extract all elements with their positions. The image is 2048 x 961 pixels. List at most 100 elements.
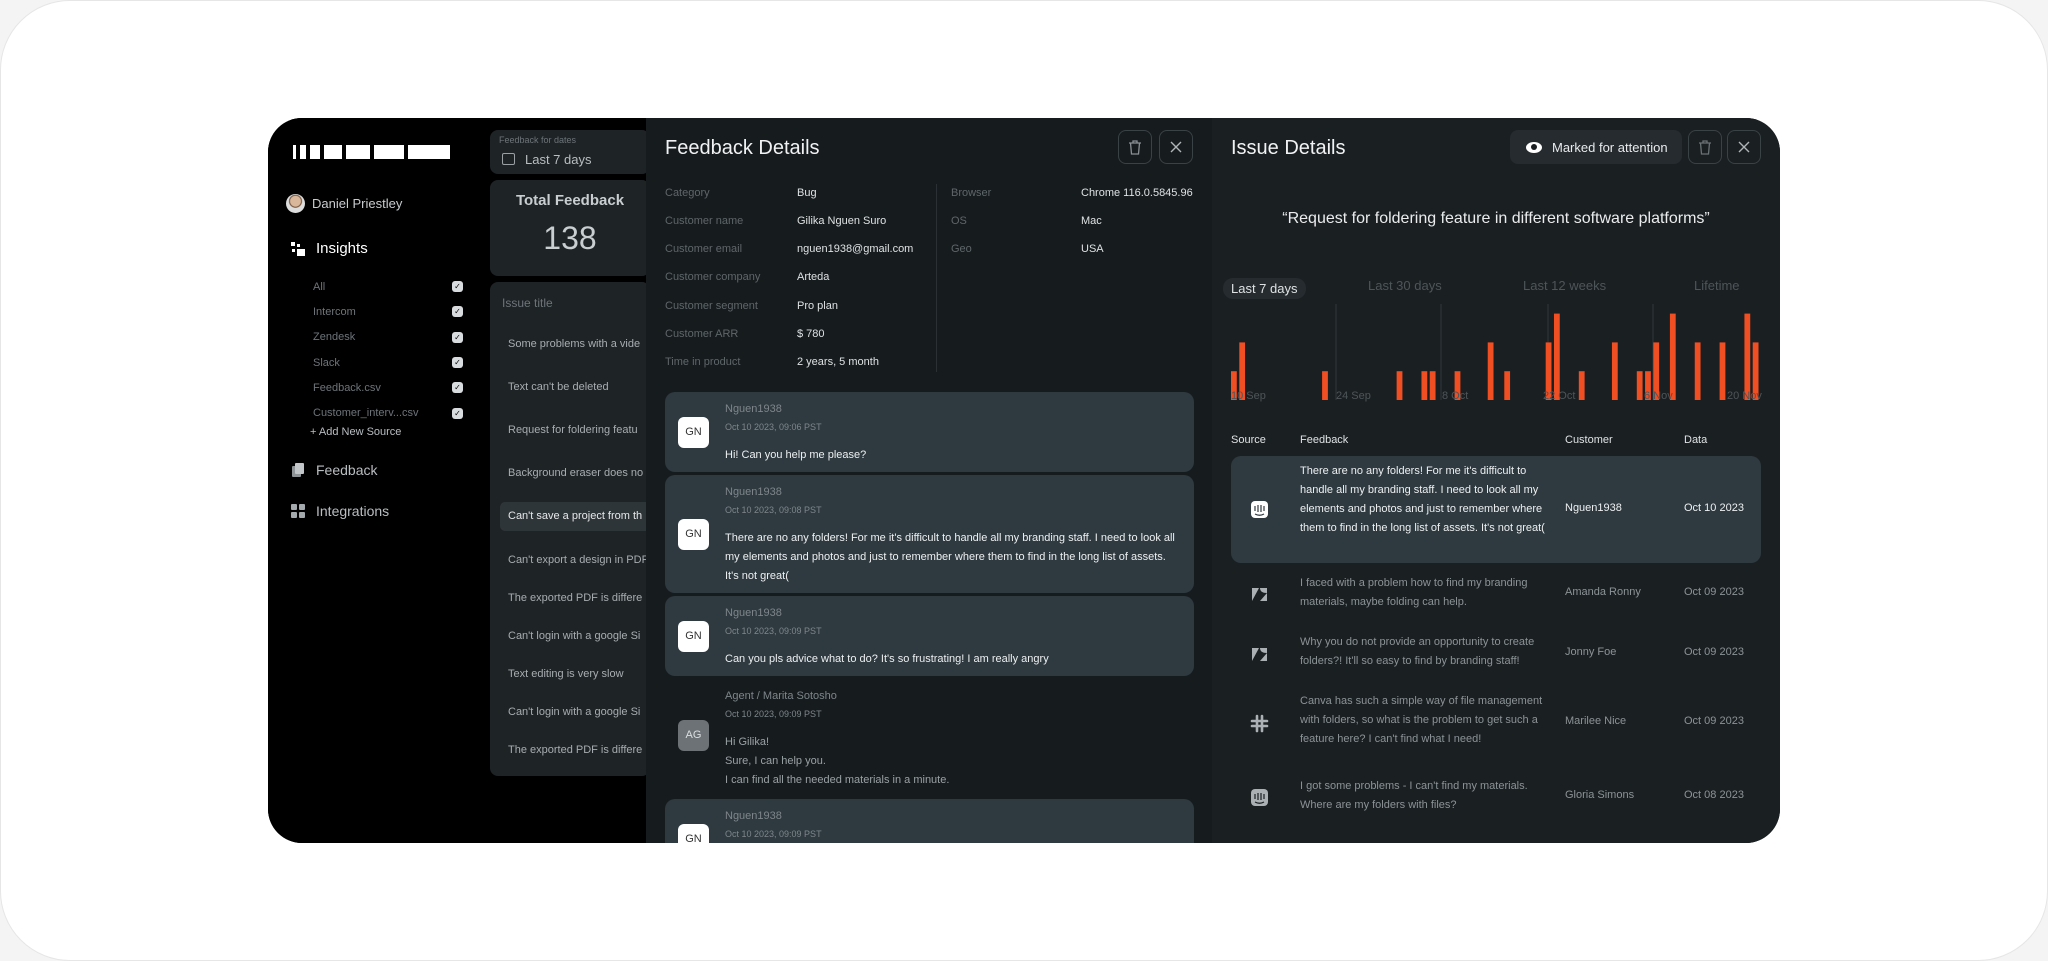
source-item[interactable]: All ✓ (313, 274, 463, 299)
check-icon[interactable]: ✓ (452, 382, 463, 394)
feedback-date: Oct 08 2023 (1684, 789, 1744, 801)
check-icon[interactable]: ✓ (452, 407, 463, 419)
nav-feedback-label: Feedback (316, 462, 378, 478)
intercom-icon (1251, 789, 1268, 806)
close-icon (1170, 141, 1182, 153)
feedback-row[interactable]: I got some problems - I can't find my ma… (1231, 774, 1761, 824)
message-avatar: GN (678, 519, 709, 550)
app-window: Daniel Priestley Insights All ✓ Intercom ✓… (268, 118, 1780, 843)
feedback-date: Oct 09 2023 (1684, 715, 1744, 727)
source-item[interactable]: Feedback.csv ✓ (313, 375, 463, 400)
field-value: $ 780 (797, 328, 825, 340)
delete-button[interactable] (1118, 130, 1152, 164)
field-label: Customer company (665, 271, 761, 283)
message-author: Nguen1938 (725, 810, 782, 822)
source-item[interactable]: Customer_interv...csv ✓ (313, 400, 463, 425)
column-header-customer[interactable]: Customer (1565, 434, 1613, 446)
feedback-text: I got some problems - I can't find my ma… (1300, 780, 1528, 811)
message-avatar: GN (678, 417, 709, 448)
field-value: Mac (1081, 215, 1102, 227)
issue-row[interactable]: Background eraser does no (508, 467, 643, 479)
field-label: Geo (951, 243, 972, 255)
period-tab-active[interactable]: Last 7 days (1223, 278, 1306, 299)
calendar-icon (502, 153, 515, 165)
nav-insights[interactable]: Insights (290, 240, 368, 257)
issue-row[interactable]: Can't login with a google Si (508, 630, 640, 642)
column-header-date[interactable]: Data (1684, 434, 1707, 446)
feedback-icon (292, 463, 304, 477)
message-text: Can you pls advice what to do? It's so f… (725, 653, 1049, 665)
chart-bar (1322, 371, 1328, 400)
issue-row[interactable]: The exported PDF is differe (508, 744, 642, 756)
issue-row[interactable]: Can't export a design in PDF (508, 554, 648, 566)
message-line: I can find all the needed materials in a… (725, 774, 950, 786)
user-profile[interactable]: Daniel Priestley (286, 194, 402, 213)
issue-row[interactable]: The exported PDF is differe (508, 592, 642, 604)
delete-button[interactable] (1688, 130, 1722, 164)
issue-row[interactable]: Request for foldering featu (508, 424, 638, 436)
zendesk-icon (1252, 648, 1267, 661)
message-time: Oct 10 2023, 09:09 PST (725, 709, 822, 719)
nav-insights-label: Insights (316, 240, 368, 257)
message-time: Oct 10 2023, 09:09 PST (725, 626, 822, 636)
check-icon[interactable]: ✓ (452, 306, 463, 318)
issue-row[interactable]: Can't login with a google Si (508, 706, 640, 718)
field-label: Category (665, 187, 710, 199)
add-source-link[interactable]: + Add New Source (310, 426, 401, 438)
marked-for-attention-button[interactable]: Marked for attention (1510, 130, 1682, 164)
issue-row[interactable]: Text can't be deleted (508, 381, 609, 393)
chart-x-tick: 22 Oct (1543, 390, 1576, 402)
date-filter[interactable]: Feedback for dates Last 7 days (490, 130, 650, 174)
field-value: USA (1081, 243, 1104, 255)
period-tab[interactable]: Last 30 days (1368, 278, 1442, 293)
trash-icon (1129, 139, 1141, 155)
nav-integrations[interactable]: Integrations (290, 503, 389, 519)
check-icon[interactable]: ✓ (452, 281, 463, 293)
feedback-row[interactable]: I faced with a problem how to find my br… (1231, 570, 1761, 620)
source-item[interactable]: Slack ✓ (313, 350, 463, 375)
chart-bar (1669, 313, 1676, 400)
message-text: Hi! Can you help me please? (725, 449, 867, 461)
chart-bar (1504, 371, 1511, 400)
feedback-row[interactable]: Why you do not provide an opportunity to… (1231, 629, 1761, 679)
issue-row-selected[interactable]: Can't save a project from th (500, 502, 650, 531)
period-tab[interactable]: Lifetime (1694, 278, 1740, 293)
source-item[interactable]: Intercom ✓ (313, 299, 463, 324)
feedback-row[interactable]: Canva has such a simple way of file mana… (1231, 689, 1761, 755)
nav-feedback[interactable]: Feedback (290, 462, 377, 478)
feedback-volume-chart (1231, 304, 1759, 400)
slack-icon (1250, 714, 1269, 733)
total-feedback-value: 138 (543, 220, 597, 256)
source-item[interactable]: Zendesk ✓ (313, 325, 463, 350)
field-label: Customer email (665, 243, 743, 255)
date-filter-value: Last 7 days (525, 152, 592, 167)
close-button[interactable] (1727, 130, 1761, 164)
issue-row[interactable]: Text editing is very slow (508, 668, 624, 680)
chart-x-tick: 20 Nov (1727, 390, 1762, 402)
check-icon[interactable]: ✓ (452, 331, 463, 343)
source-label: Zendesk (313, 331, 356, 344)
field-label: OS (951, 215, 967, 227)
integrations-icon (291, 504, 305, 518)
source-label: Customer_interv...csv (313, 407, 419, 420)
chart-bar (1694, 342, 1701, 400)
message-time: Oct 10 2023, 09:08 PST (725, 505, 822, 515)
message-time: Oct 10 2023, 09:09 PST (725, 829, 822, 839)
column-header-source[interactable]: Source (1231, 434, 1266, 446)
chat-message: GN Nguen1938 Oct 10 2023, 09:08 PST Ther… (665, 475, 1194, 593)
issue-row[interactable]: Some problems with a vide (508, 338, 640, 350)
message-time: Oct 10 2023, 09:06 PST (725, 422, 822, 432)
chat-message-agent: AG Agent / Marita Sotosho Oct 10 2023, 0… (665, 679, 1194, 793)
chart-bar (1744, 313, 1751, 400)
feedback-text: Why you do not provide an opportunity to… (1300, 636, 1535, 667)
close-button[interactable] (1159, 130, 1193, 164)
field-label: Customer segment (665, 300, 758, 312)
feedback-row-selected[interactable]: There are no any folders! For me it's di… (1231, 456, 1761, 563)
period-tab[interactable]: Last 12 weeks (1523, 278, 1606, 293)
total-feedback-title: Total Feedback (515, 192, 625, 209)
check-icon[interactable]: ✓ (452, 357, 463, 369)
message-avatar: GN (678, 824, 709, 843)
column-header-feedback[interactable]: Feedback (1300, 434, 1348, 446)
field-value: Bug (797, 187, 817, 199)
app-logo (293, 145, 450, 159)
